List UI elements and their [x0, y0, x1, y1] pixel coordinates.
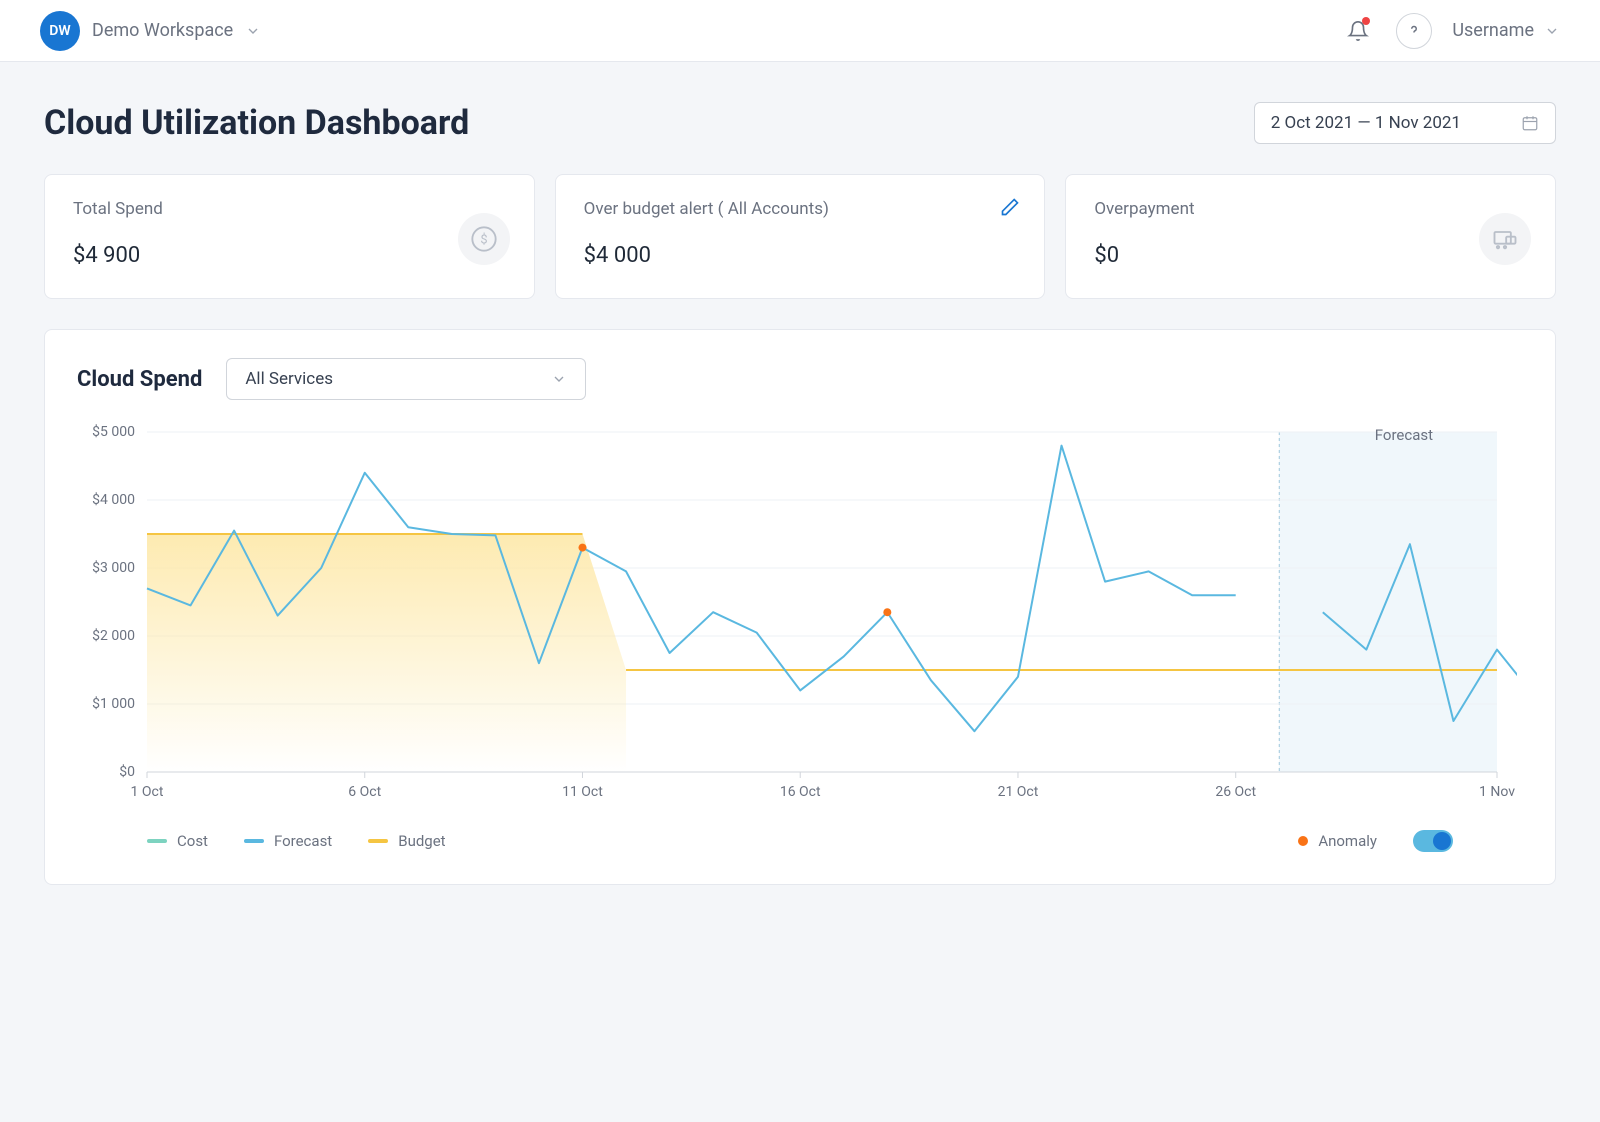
svg-text:1 Oct: 1 Oct — [131, 784, 164, 800]
calendar-icon — [1521, 114, 1539, 132]
svg-text:16 Oct: 16 Oct — [780, 784, 821, 800]
total-spend-card: Total Spend $4 900 $ — [44, 174, 535, 299]
card-value: $4 900 — [73, 243, 506, 268]
legend-cost[interactable]: Cost — [147, 832, 208, 850]
svg-text:21 Oct: 21 Oct — [998, 784, 1039, 800]
chart-header: Cloud Spend All Services — [77, 358, 1523, 400]
legend-budget[interactable]: Budget — [368, 832, 445, 850]
topbar: DW Demo Workspace Username — [0, 0, 1600, 62]
summary-cards: Total Spend $4 900 $ Over budget alert (… — [44, 174, 1556, 299]
workspace-switcher[interactable]: DW Demo Workspace — [40, 11, 261, 51]
overpayment-icon — [1479, 213, 1531, 265]
legend-anomaly-group: Anomaly — [1298, 830, 1453, 852]
svg-text:1 Nov: 1 Nov — [1479, 784, 1515, 800]
workspace-name: Demo Workspace — [92, 20, 233, 41]
legend-series: Cost Forecast Budget — [147, 832, 446, 850]
toggle-knob — [1433, 832, 1451, 850]
legend-label: Forecast — [274, 832, 332, 850]
svg-text:11 Oct: 11 Oct — [562, 784, 603, 800]
budget-swatch-icon — [368, 839, 388, 843]
page-title: Cloud Utilization Dashboard — [44, 103, 469, 143]
overpayment-card: Overpayment $0 — [1065, 174, 1556, 299]
anomaly-dot-icon — [1298, 836, 1308, 846]
anomaly-toggle[interactable] — [1413, 830, 1453, 852]
svg-text:$3 000: $3 000 — [92, 559, 135, 576]
svg-text:$4 000: $4 000 — [92, 491, 135, 508]
chevron-down-icon — [245, 23, 261, 39]
cloud-spend-chart: $0 $1 000 $2 000 $3 000 $4 000 $5 000 1 Oct 6 O… — [77, 412, 1517, 812]
page-header: Cloud Utilization Dashboard 2 Oct 2021 —… — [44, 102, 1556, 144]
legend-label: Budget — [398, 832, 445, 850]
legend-anomaly: Anomaly — [1298, 832, 1377, 850]
chart-legend: Cost Forecast Budget Anomaly — [77, 830, 1523, 852]
edit-button[interactable] — [1000, 197, 1020, 221]
help-icon — [1405, 22, 1423, 40]
card-value: $0 — [1094, 243, 1527, 268]
pencil-icon — [1000, 197, 1020, 217]
date-range-label: 2 Oct 2021 — 1 Nov 2021 — [1271, 113, 1461, 133]
workspace-avatar: DW — [40, 11, 80, 51]
help-button[interactable] — [1396, 13, 1432, 49]
forecast-swatch-icon — [244, 839, 264, 843]
svg-text:$1 000: $1 000 — [92, 695, 135, 712]
cloud-spend-card: Cloud Spend All Services Forecast $0 $1 0… — [44, 329, 1556, 885]
user-menu[interactable]: Username — [1452, 20, 1560, 41]
svg-text:26 Oct: 26 Oct — [1215, 784, 1256, 800]
legend-label: Cost — [177, 832, 208, 850]
dollar-circle-icon: $ — [458, 213, 510, 265]
chevron-down-icon — [551, 371, 567, 387]
card-label: Total Spend — [73, 199, 506, 219]
svg-text:6 Oct: 6 Oct — [348, 784, 381, 800]
svg-text:$5 000: $5 000 — [92, 423, 135, 440]
service-select[interactable]: All Services — [226, 358, 586, 400]
username-label: Username — [1452, 20, 1534, 41]
page-body: Cloud Utilization Dashboard 2 Oct 2021 —… — [0, 62, 1600, 925]
topbar-right: Username — [1340, 13, 1560, 49]
select-value: All Services — [245, 369, 333, 389]
legend-forecast[interactable]: Forecast — [244, 832, 332, 850]
chevron-down-icon — [1544, 23, 1560, 39]
svg-text:$: $ — [480, 233, 487, 248]
cost-swatch-icon — [147, 839, 167, 843]
notifications-button[interactable] — [1340, 13, 1376, 49]
forecast-region-label: Forecast — [1375, 426, 1433, 444]
chart-area: Forecast $0 $1 000 $2 000 $3 000 $4 000 $5 00… — [77, 412, 1523, 812]
card-label: Overpayment — [1094, 199, 1527, 219]
legend-label: Anomaly — [1318, 832, 1377, 850]
notification-dot-icon — [1362, 17, 1370, 25]
card-label: Over budget alert ( All Accounts) — [584, 199, 1017, 219]
budget-alert-card: Over budget alert ( All Accounts) $4 000 — [555, 174, 1046, 299]
svg-text:$2 000: $2 000 — [92, 627, 135, 644]
chart-title: Cloud Spend — [77, 367, 202, 392]
svg-text:$0: $0 — [119, 763, 135, 780]
date-range-picker[interactable]: 2 Oct 2021 — 1 Nov 2021 — [1254, 102, 1556, 144]
card-value: $4 000 — [584, 243, 1017, 268]
